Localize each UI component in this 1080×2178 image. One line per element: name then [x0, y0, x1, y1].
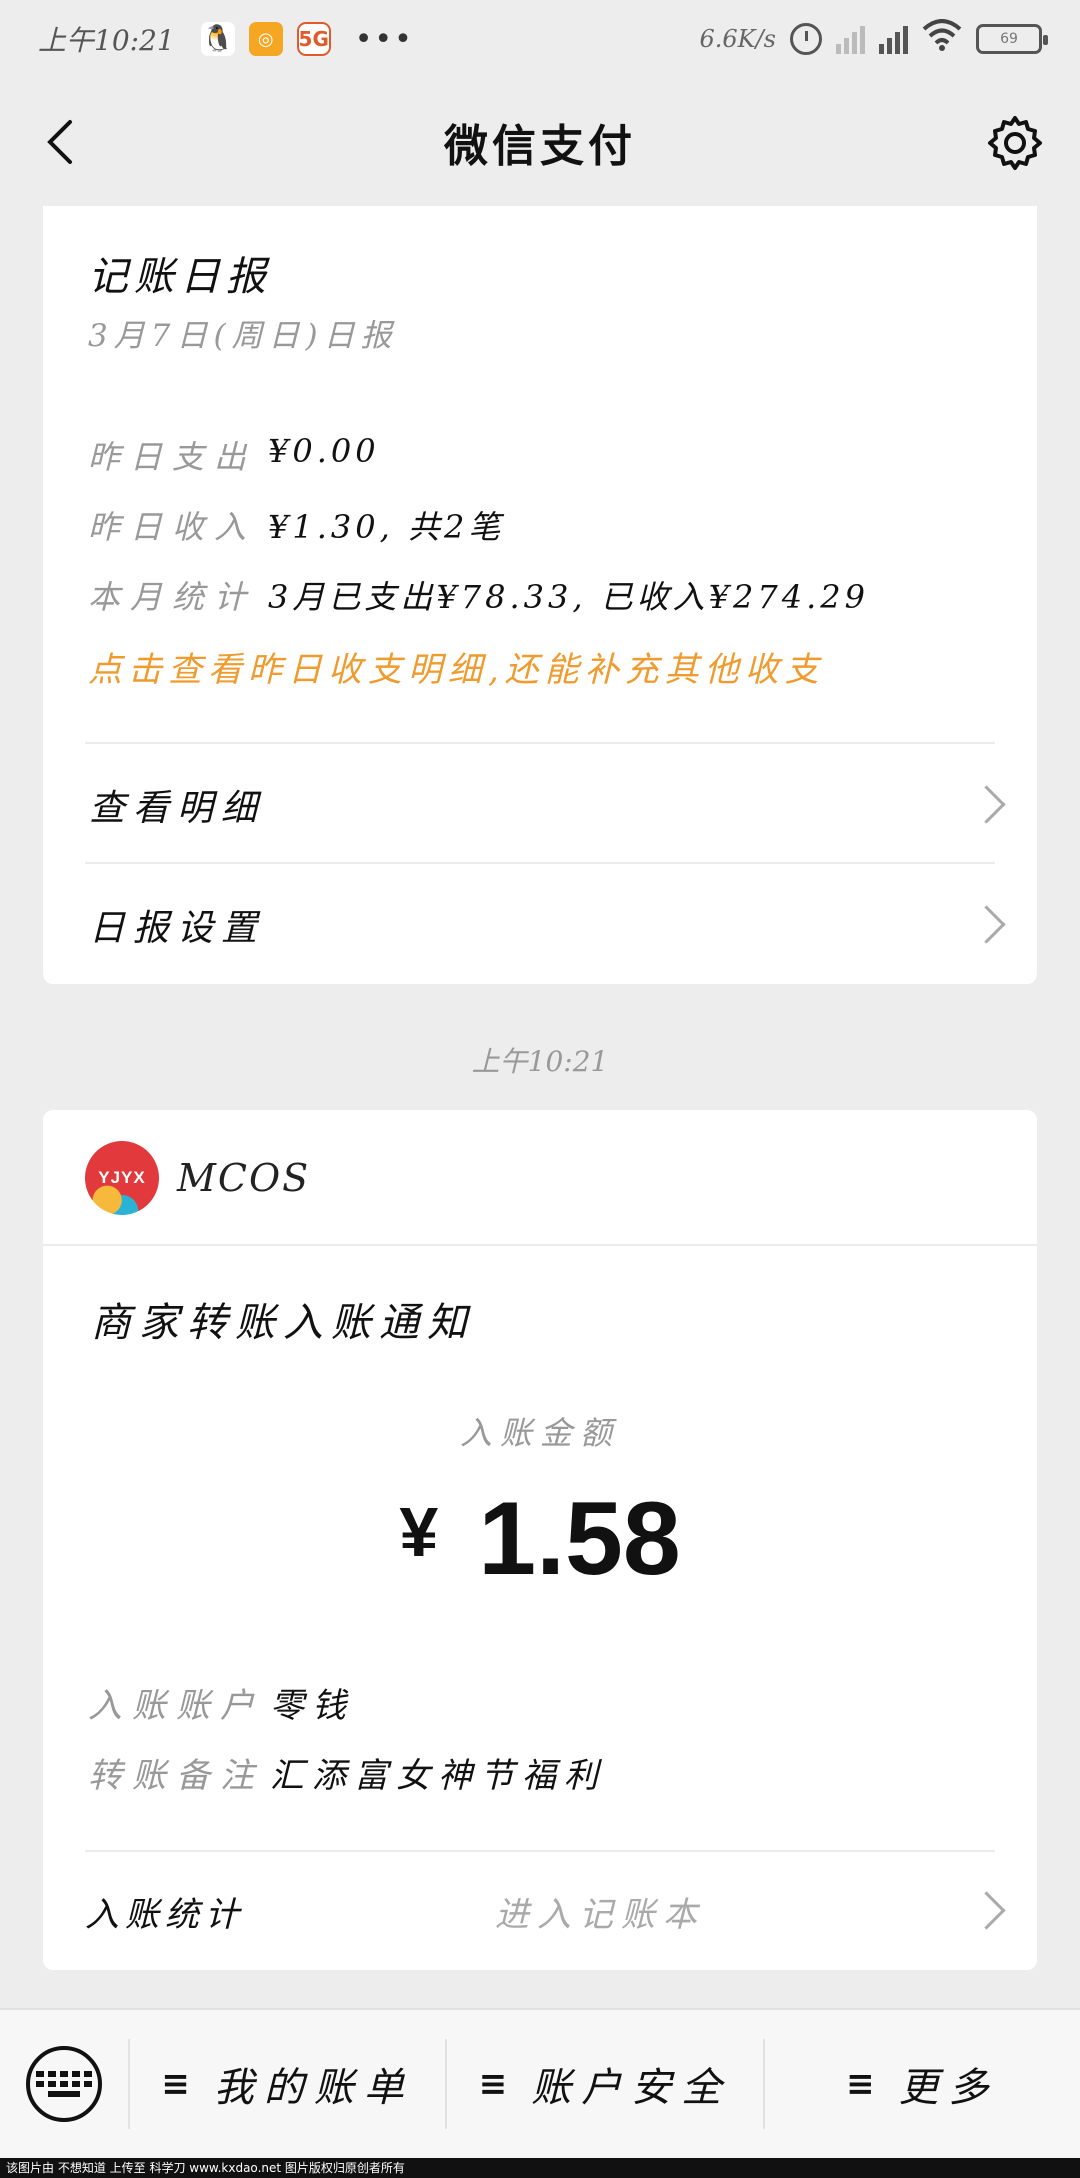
watermark-footer: 该图片由 不想知道 上传至 科学刀 www.kxdao.net 图片版权归原创者…	[0, 2158, 1080, 2178]
page-title: 微信支付	[444, 121, 636, 172]
merchant-name: MCOS	[177, 1156, 311, 1200]
income-stats-row[interactable]: 入账统计 进入记账本	[85, 1852, 995, 1970]
view-detail-hint-link[interactable]: 点击查看昨日收支明细,还能补充其他收支	[88, 642, 825, 691]
menu-account-security[interactable]: ≡ 账户安全	[447, 2039, 765, 2129]
daily-report-subtitle: 3月7日(周日)日报	[88, 318, 398, 354]
transfer-row: 转账备注 汇添富女神节福利	[88, 1748, 606, 1797]
transfer-row-label: 转账备注	[88, 1756, 264, 1796]
report-row-label: 昨日支出	[88, 438, 257, 476]
open-ledger-link[interactable]: 进入记账本	[495, 1887, 705, 1936]
menu-label: 我的账单	[213, 2065, 414, 2111]
report-row-value: ¥0.00	[268, 432, 380, 470]
daily-report-title: 记账日报	[88, 254, 272, 300]
transfer-notification-card: YJYX MCOS 商家转账入账通知 入账金额 ¥1.58 入账账户 零钱 转账…	[43, 1110, 1037, 1970]
transfer-row-value: 零钱	[270, 1686, 354, 1726]
report-row-label: 本月统计	[88, 578, 257, 616]
5g-icon: 5G	[296, 22, 331, 56]
keyboard-icon	[26, 2046, 102, 2122]
transfer-row-value: 汇添富女神节福利	[270, 1756, 606, 1796]
gear-icon[interactable]	[986, 114, 1044, 172]
menu-row-label: 日报设置	[89, 908, 266, 949]
back-arrow-icon[interactable]	[36, 116, 88, 168]
report-row: 本月统计 3月已支出¥78.33, 已收入¥274.29	[88, 572, 869, 618]
more-notifications-icon: •••	[354, 21, 414, 57]
alarm-icon	[790, 23, 822, 55]
wifi-icon	[922, 18, 962, 60]
view-details-row[interactable]: 查看明细	[85, 746, 995, 864]
notification-title: 商家转账入账通知	[91, 1300, 475, 1346]
amount-value: ¥1.58	[43, 1480, 1037, 1599]
signal-icon	[836, 24, 865, 54]
menu-label: 账户安全	[531, 2065, 732, 2111]
chevron-right-icon	[973, 1891, 995, 1931]
keyboard-toggle-button[interactable]	[0, 2039, 130, 2129]
transfer-row-label: 入账账户	[88, 1686, 264, 1726]
status-time: 上午10:21	[38, 24, 175, 57]
signal-icon-2	[879, 24, 908, 54]
report-row: 昨日收入 ¥1.30, 共2笔	[88, 502, 504, 548]
report-settings-row[interactable]: 日报设置	[85, 866, 995, 984]
income-stats-label: 入账统计	[85, 1894, 245, 1935]
transfer-row: 入账账户 零钱	[88, 1678, 354, 1727]
daily-report-card: 记账日报 3月7日(周日)日报 昨日支出 ¥0.00 昨日收入 ¥1.30, 共…	[43, 206, 1037, 984]
report-row-value: 3月已支出¥78.33, 已收入¥274.29	[268, 578, 870, 616]
orange-app-icon: ◎	[248, 22, 283, 56]
nav-bar: 微信支付	[0, 78, 1080, 206]
merchant-header[interactable]: YJYX MCOS	[85, 1140, 310, 1216]
amount-number: 1.58	[478, 1481, 681, 1597]
menu-icon: ≡	[161, 2064, 200, 2104]
report-row: 昨日支出 ¥0.00	[88, 432, 380, 478]
merchant-avatar: YJYX	[85, 1141, 159, 1215]
menu-my-bills[interactable]: ≡ 我的账单	[130, 2039, 448, 2129]
report-row-value: ¥1.30, 共2笔	[268, 508, 505, 546]
menu-label: 更多	[898, 2065, 999, 2111]
battery-icon: 69	[976, 24, 1048, 54]
menu-icon: ≡	[478, 2064, 518, 2104]
divider	[85, 742, 995, 744]
qq-icon: 🐧	[200, 22, 235, 56]
status-bar: 上午10:21 🐧 ◎ 5G ••• 6.6K/s 69	[0, 0, 1080, 78]
net-speed: 6.6K/s	[699, 25, 777, 53]
menu-row-label: 查看明细	[89, 788, 266, 829]
menu-more[interactable]: ≡ 更多	[765, 2039, 1080, 2129]
bottom-menu-bar: ≡ 我的账单 ≡ 账户安全 ≡ 更多	[0, 2008, 1080, 2158]
currency-symbol: ¥	[399, 1493, 439, 1571]
divider	[43, 1244, 1037, 1246]
amount-label: 入账金额	[459, 1414, 620, 1452]
report-row-label: 昨日收入	[88, 508, 257, 546]
message-timestamp: 上午10:21	[471, 1045, 609, 1078]
chevron-right-icon	[973, 905, 995, 945]
menu-icon: ≡	[846, 2064, 885, 2104]
divider	[85, 862, 995, 864]
chevron-right-icon	[973, 785, 995, 825]
